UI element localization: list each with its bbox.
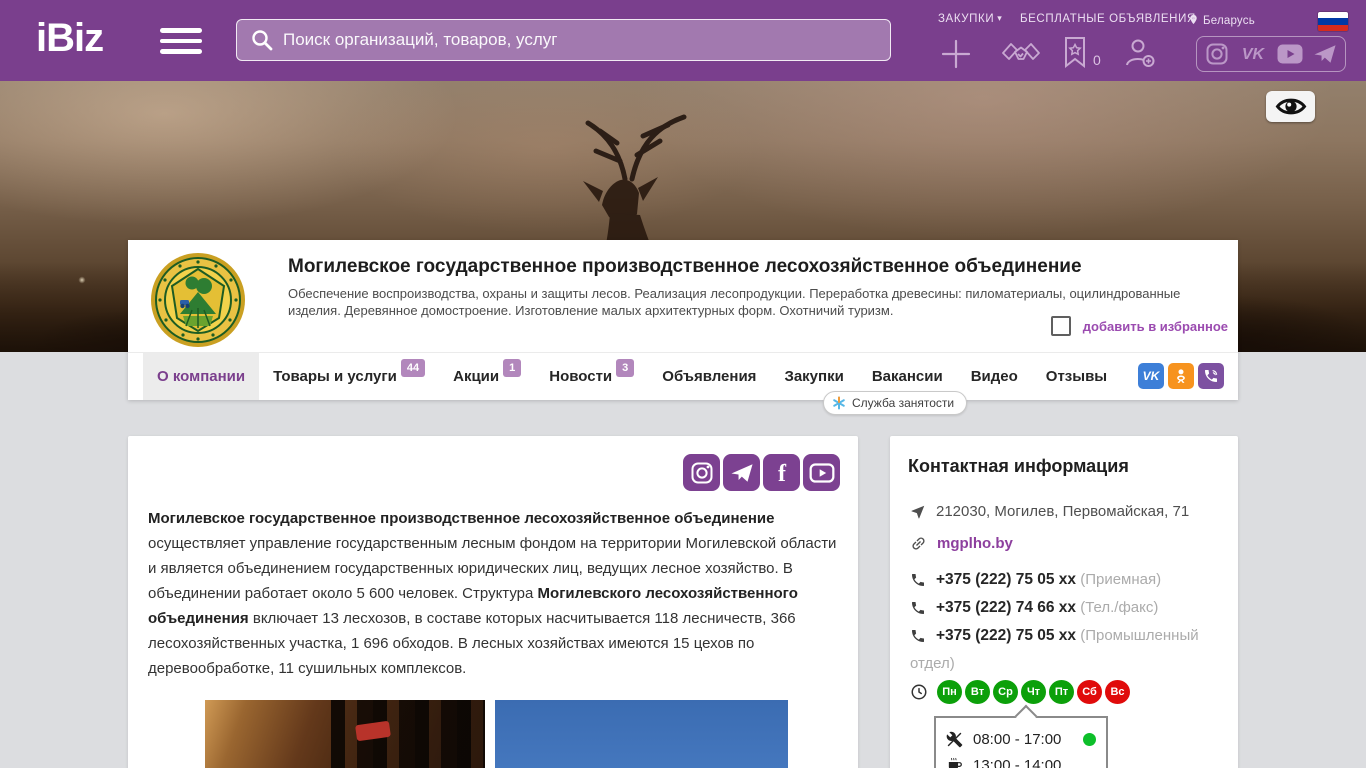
about-company-card: f Могилевское государственное производст…	[128, 436, 858, 768]
tab-products[interactable]: Товары и услуги 44	[259, 353, 439, 400]
company-card: Могилевское государственное производстве…	[128, 240, 1238, 400]
location-pin-icon	[1190, 14, 1197, 25]
day-badge-thu[interactable]: Чт	[1021, 680, 1046, 704]
facebook-icon[interactable]: f	[763, 454, 800, 491]
day-badge-fri[interactable]: Пт	[1049, 680, 1074, 704]
website-row: mgplho.by	[910, 530, 1218, 558]
instagram-icon[interactable]	[683, 454, 720, 491]
eye-icon	[1275, 98, 1306, 115]
visually-impaired-mode-button[interactable]	[1266, 91, 1315, 122]
odnoklassniki-icon[interactable]	[1168, 363, 1194, 389]
promotions-count-badge: 1	[503, 358, 522, 377]
header-social-links: VK	[1196, 36, 1346, 72]
nav-free-ads[interactable]: БЕСПЛАТНЫЕ ОБЪЯВЛЕНИЯ	[1020, 13, 1196, 25]
tab-ads[interactable]: Объявления	[648, 353, 770, 400]
day-badge-wed[interactable]: Ср	[993, 680, 1018, 704]
content-social-links: f	[683, 454, 840, 491]
tab-promotions[interactable]: Акции 1	[439, 353, 535, 400]
day-badge-sun[interactable]: Вс	[1105, 680, 1130, 704]
gallery-photo-timber[interactable]	[205, 700, 485, 768]
coffee-cup-icon	[948, 757, 962, 768]
language-flag-russia[interactable]	[1318, 12, 1348, 31]
menu-icon[interactable]	[160, 28, 202, 54]
company-title: Могилевское государственное производстве…	[288, 256, 1082, 277]
nav-purchases[interactable]: ЗАКУПКИ ▾	[938, 13, 1002, 25]
tab-news[interactable]: Новости 3	[535, 353, 648, 400]
company-description: Обеспечение воспроизводства, охраны и за…	[288, 286, 1181, 318]
telegram-icon[interactable]	[1313, 43, 1337, 65]
employment-service-icon	[833, 396, 845, 410]
address-row: 212030, Могилев, Первомайская, 71	[910, 498, 1218, 526]
tools-icon	[946, 731, 963, 747]
youtube-icon[interactable]	[803, 454, 840, 491]
instagram-icon[interactable]	[1205, 42, 1229, 66]
favorite-checkbox[interactable]	[1050, 316, 1071, 336]
viber-icon[interactable]	[1198, 363, 1224, 389]
youtube-icon[interactable]	[1276, 43, 1304, 65]
about-paragraph: Могилевское государственное производстве…	[148, 510, 837, 677]
phone-icon	[912, 630, 924, 642]
navigation-arrow-icon	[911, 505, 925, 519]
user-add-icon[interactable]	[1122, 36, 1156, 70]
day-badge-mon[interactable]: Пн	[937, 680, 962, 704]
search-icon	[252, 30, 273, 51]
phone-row[interactable]: +375 (222) 75 05 xx (Приемная)	[910, 566, 1218, 594]
work-days-row: Пн Вт Ср Чт Пт Сб Вс	[910, 680, 1218, 704]
company-social-links: VK	[1138, 363, 1224, 389]
add-company-icon[interactable]	[939, 37, 973, 71]
contact-heading: Контактная информация	[908, 456, 1129, 476]
popup-arrow	[1014, 704, 1038, 728]
phone-icon	[912, 574, 924, 586]
search-bar	[236, 19, 891, 61]
favorite-label: добавить в избранное	[1082, 318, 1228, 334]
contact-info-card: Контактная информация 212030, Могилев, П…	[890, 436, 1238, 768]
phone-icon	[912, 602, 924, 614]
tab-about[interactable]: О компании	[143, 353, 260, 400]
gallery-photo-machinery[interactable]	[495, 700, 788, 768]
tab-video[interactable]: Видео	[957, 353, 1032, 400]
bookmark-count: 0	[1093, 52, 1101, 68]
ibiz-logo[interactable]: iBiz	[36, 16, 104, 61]
break-hours-line: 13:00 - 14:00	[946, 752, 1096, 768]
day-badge-tue[interactable]: Вт	[965, 680, 990, 704]
company-tabbar: О компании Товары и услуги 44 Акции 1 Ново…	[128, 352, 1238, 400]
vk-icon[interactable]: VK	[1238, 43, 1268, 65]
products-count-badge: 44	[400, 358, 426, 377]
employment-service-tooltip[interactable]: Служба занятости	[823, 391, 968, 415]
handshake-icon[interactable]	[1000, 40, 1042, 70]
clock-icon	[911, 684, 927, 700]
work-hours-line: 08:00 - 17:00	[946, 726, 1096, 752]
phone-row[interactable]: +375 (222) 75 05 xx (Промышленный отдел)	[910, 622, 1218, 678]
vk-icon[interactable]: VK	[1138, 363, 1164, 389]
chevron-down-icon: ▾	[997, 13, 1003, 23]
open-status-dot	[1083, 732, 1096, 746]
tab-reviews[interactable]: Отзывы	[1032, 353, 1121, 400]
svg-text:f: f	[778, 461, 787, 486]
top-header: iBiz ЗАКУПКИ▾ БЕСПЛАТНЫЕ ОБЪЯВЛЕНИЯ Бела…	[0, 0, 1366, 81]
news-count-badge: 3	[616, 358, 635, 377]
company-logo	[151, 253, 245, 347]
address-text: 212030, Могилев, Первомайская, 71	[936, 503, 1190, 520]
nav-country[interactable]: Беларусь	[1188, 13, 1255, 27]
website-link[interactable]: mgplho.by	[937, 535, 1013, 552]
day-badge-sat[interactable]: Сб	[1077, 680, 1102, 704]
link-icon	[912, 537, 925, 550]
add-to-favorites[interactable]: добавить в избранное	[1050, 316, 1228, 336]
telegram-icon[interactable]	[723, 454, 760, 491]
schedule-popup: 08:00 - 17:00 13:00 - 14:00	[934, 704, 1108, 768]
bookmark-star-icon[interactable]	[1062, 36, 1088, 68]
photo-detail	[331, 700, 485, 768]
phone-row[interactable]: +375 (222) 74 66 xx (Тел./факс)	[910, 594, 1218, 622]
search-input[interactable]	[236, 19, 891, 61]
svg-text:VK: VK	[1242, 46, 1266, 63]
